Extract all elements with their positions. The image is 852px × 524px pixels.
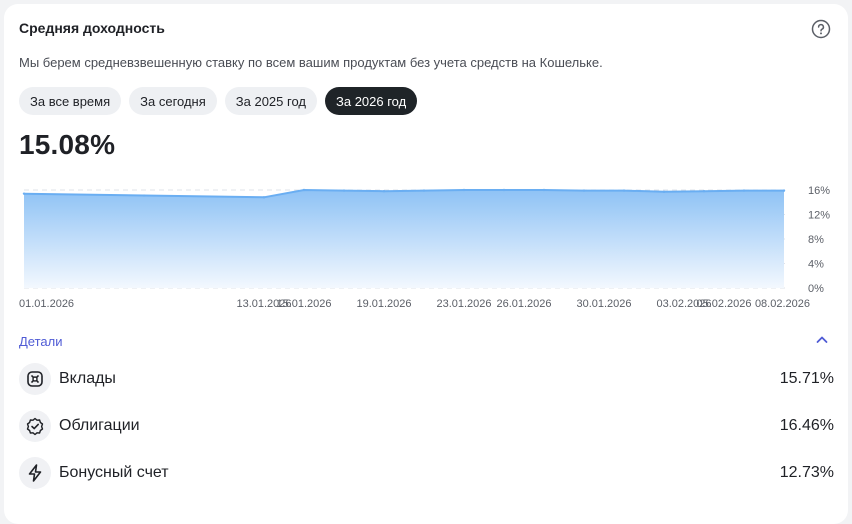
data-point [742, 189, 746, 192]
details-toggle[interactable]: Детали [19, 334, 63, 349]
x-tick-label: 08.02.2026 [755, 298, 810, 310]
x-tick-label: 26.01.2026 [496, 298, 551, 310]
y-tick-label: 12% [808, 210, 830, 222]
data-point [622, 189, 626, 192]
period-chip-2025[interactable]: За 2025 год [224, 87, 317, 115]
data-point [502, 188, 506, 192]
data-point [582, 189, 586, 192]
details-item-bonds[interactable]: Облигации 16.46% [19, 408, 834, 444]
data-point [702, 190, 706, 193]
x-tick-label: 05.02.2026 [696, 298, 751, 310]
period-chip-today[interactable]: За сегодня [129, 87, 217, 115]
x-tick-label: 15.01.2026 [276, 298, 331, 310]
details-item-value: 15.71% [779, 370, 834, 387]
x-tick-label: 30.01.2026 [576, 298, 631, 310]
y-tick-label: 4% [808, 259, 824, 271]
data-point [782, 189, 786, 192]
details-item-label: Облигации [59, 417, 140, 434]
deposit-icon [19, 363, 51, 395]
data-point [262, 196, 266, 199]
yield-chart: 16%12%8%4%0% 01.01.2026 13.01.202615.01.2… [19, 185, 830, 310]
bonds-icon [19, 410, 51, 442]
y-tick-label: 8% [808, 234, 824, 246]
average-yield-value: 15.08% [19, 129, 116, 160]
data-point [662, 190, 666, 194]
data-point [542, 188, 546, 192]
details-item-bonus-account[interactable]: Бонусный счет 12.73% [19, 455, 834, 491]
help-icon[interactable] [811, 19, 831, 39]
card-title: Средняя доходность [19, 20, 165, 36]
chevron-up-icon[interactable] [814, 332, 830, 348]
data-point [422, 189, 426, 192]
details-item-value: 16.46% [779, 417, 834, 434]
data-point [462, 188, 466, 192]
details-item-label: Вклады [59, 370, 116, 387]
x-tick-label: 23.01.2026 [436, 298, 491, 310]
period-chip-2026[interactable]: За 2026 год [325, 87, 418, 115]
x-tick-label: 19.01.2026 [356, 298, 411, 310]
y-tick-label: 16% [808, 185, 830, 197]
data-point [382, 190, 386, 193]
data-point [342, 189, 346, 192]
period-selector: За все время За сегодня За 2025 год За 2… [19, 87, 418, 115]
period-chip-all-time[interactable]: За все время [19, 87, 122, 115]
lightning-icon [19, 457, 51, 489]
data-point [302, 188, 306, 192]
details-item-label: Бонусный счет [59, 464, 169, 481]
y-tick-label: 0% [808, 283, 824, 295]
yield-area [24, 190, 784, 288]
data-point [142, 194, 146, 197]
average-yield-card: Средняя доходность Мы берем средневзвеше… [4, 4, 848, 524]
card-subtitle: Мы берем средневзвешенную ставку по всем… [19, 55, 603, 70]
data-point [22, 192, 26, 195]
x-tick-label: 01.01.2026 [19, 298, 74, 310]
details-item-value: 12.73% [779, 464, 834, 481]
details-item-deposits[interactable]: Вклады 15.71% [19, 361, 834, 397]
